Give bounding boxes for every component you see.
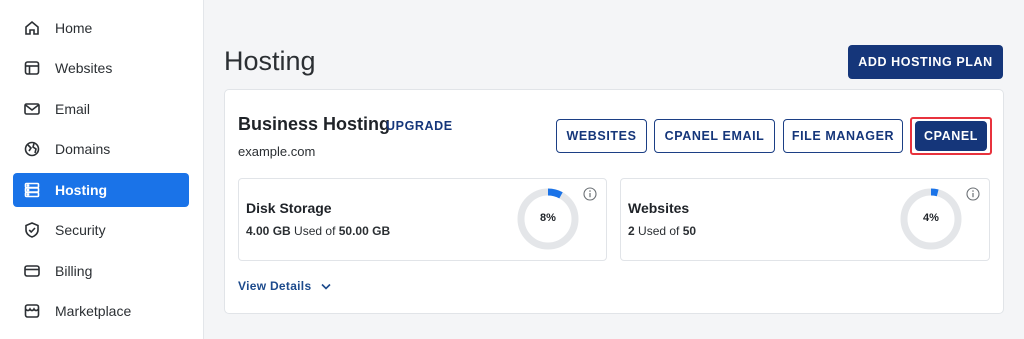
- disk-used-of-text: Used of: [294, 224, 336, 238]
- sidebar-item-email[interactable]: Email: [13, 92, 189, 126]
- sidebar-item-label: Domains: [55, 141, 111, 157]
- websites-used-of-text: Used of: [638, 224, 680, 238]
- sidebar-item-label: Home: [55, 20, 93, 36]
- websites-total-value: 50: [682, 224, 697, 238]
- sidebar-item-label: Email: [55, 101, 91, 117]
- upgrade-link[interactable]: UPGRADE: [386, 119, 453, 133]
- sidebar-item-marketplace[interactable]: Marketplace: [13, 294, 189, 328]
- cpanel-email-button[interactable]: CPANEL EMAIL: [654, 119, 775, 153]
- disk-usage-percent: 8%: [540, 212, 556, 224]
- sidebar-item-label: Marketplace: [55, 303, 132, 319]
- disk-total-value: 50.00 GB: [338, 224, 391, 238]
- info-icon[interactable]: [966, 187, 980, 201]
- sidebar-item-label: Hosting: [55, 182, 108, 198]
- sidebar-item-billing[interactable]: Billing: [13, 254, 189, 288]
- chevron-down-icon: [321, 283, 331, 290]
- credit-card-icon: [23, 262, 41, 280]
- plan-name: Business Hosting: [238, 114, 391, 134]
- disk-storage-usage: 4.00 GB Used of 50.00 GB: [246, 224, 390, 238]
- sidebar-item-label: Security: [55, 222, 106, 238]
- disk-used-value: 4.00 GB: [246, 224, 291, 238]
- sidebar-item-websites[interactable]: Websites: [13, 51, 189, 85]
- cpanel-highlight-box: [910, 117, 992, 155]
- server-icon: [23, 181, 41, 199]
- websites-button[interactable]: WEBSITES: [556, 119, 647, 153]
- storefront-icon: [23, 302, 41, 320]
- websites-usage: 2 Used of 50: [628, 224, 696, 238]
- home-icon: [23, 19, 41, 37]
- view-details-toggle[interactable]: View Details: [238, 279, 331, 293]
- browser-window-icon: [23, 59, 41, 77]
- sidebar-item-hosting[interactable]: Hosting: [13, 173, 189, 207]
- view-details-label: View Details: [238, 279, 312, 293]
- add-hosting-plan-button[interactable]: ADD HOSTING PLAN: [848, 45, 1003, 79]
- shield-icon: [23, 221, 41, 239]
- sidebar-item-home[interactable]: Home: [13, 11, 189, 45]
- info-icon[interactable]: [583, 187, 597, 201]
- file-manager-button[interactable]: FILE MANAGER: [783, 119, 903, 153]
- websites-usage-percent: 4%: [923, 212, 939, 224]
- disk-storage-title: Disk Storage: [246, 200, 332, 216]
- sidebar-item-label: Websites: [55, 60, 113, 76]
- sidebar-item-security[interactable]: Security: [13, 213, 189, 247]
- envelope-icon: [23, 100, 41, 118]
- page-title: Hosting: [224, 46, 316, 76]
- sidebar-item-domains[interactable]: Domains: [13, 132, 189, 166]
- sidebar-item-label: Billing: [55, 263, 93, 279]
- websites-title: Websites: [628, 200, 690, 216]
- globe-icon: [23, 140, 41, 158]
- plan-domain: example.com: [238, 144, 316, 159]
- sidebar: Home Websites Email Domains Hosting Secu…: [0, 0, 204, 339]
- websites-used-value: 2: [628, 224, 635, 238]
